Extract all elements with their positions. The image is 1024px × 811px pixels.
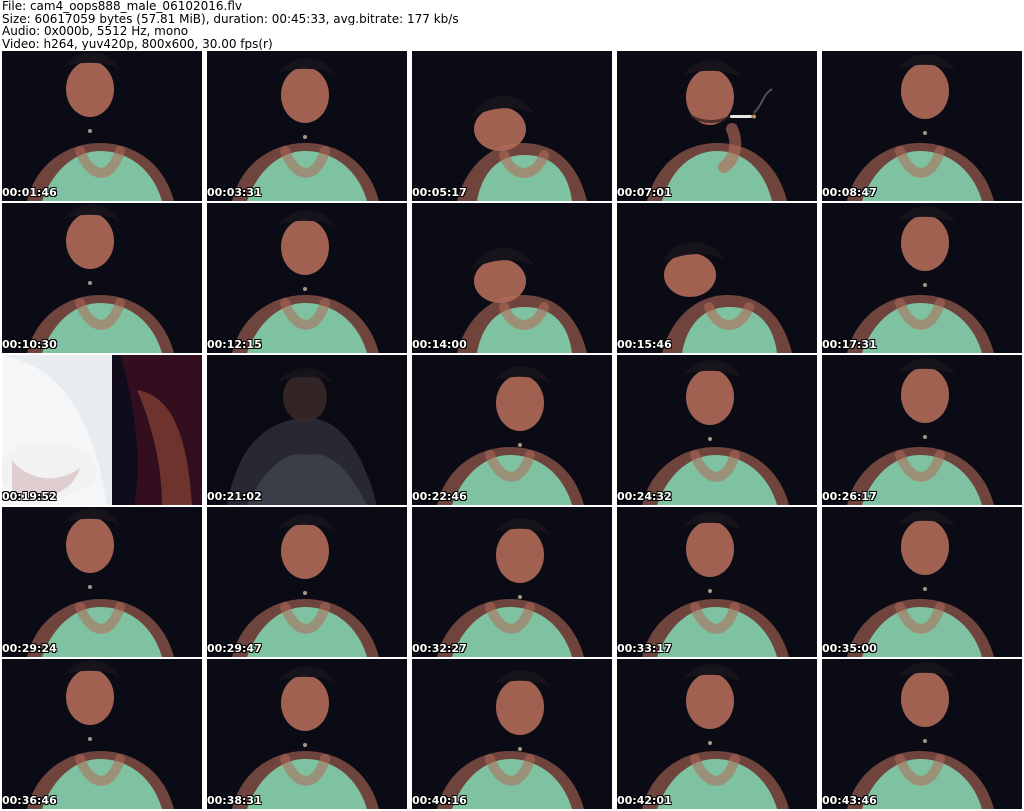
thumbnail-frame: 00:10:30 xyxy=(2,203,202,353)
video-frame-image xyxy=(617,203,817,353)
video-frame-image xyxy=(412,355,612,505)
video-frame-image xyxy=(207,355,407,505)
thumbnail-frame: 00:33:17 xyxy=(617,507,817,657)
frame-timestamp: 00:10:30 xyxy=(2,338,57,351)
frame-timestamp: 00:21:02 xyxy=(207,490,262,503)
video-frame-image xyxy=(617,355,817,505)
frame-timestamp: 00:08:47 xyxy=(822,186,877,199)
file-size-line: Size: 60617059 bytes (57.81 MiB), durati… xyxy=(2,12,459,25)
thumbnail-frame: 00:26:17 xyxy=(822,355,1022,505)
frame-timestamp: 00:17:31 xyxy=(822,338,877,351)
video-frame-image xyxy=(822,355,1022,505)
thumbnail-frame: 00:07:01 xyxy=(617,51,817,201)
frame-timestamp: 00:19:52 xyxy=(2,490,57,503)
audio-info-line: Audio: 0x000b, 5512 Hz, mono xyxy=(2,25,189,38)
frame-timestamp: 00:26:17 xyxy=(822,490,877,503)
video-frame-image xyxy=(207,203,407,353)
frame-timestamp: 00:05:17 xyxy=(412,186,467,199)
frame-timestamp: 00:29:24 xyxy=(2,642,57,655)
file-info-header: File: cam4_oops888_male_06102016.flv Siz… xyxy=(2,0,1022,50)
frame-timestamp: 00:03:31 xyxy=(207,186,262,199)
thumbnail-frame: 00:12:15 xyxy=(207,203,407,353)
video-frame-image xyxy=(617,507,817,657)
video-info-line: Video: h264, yuv420p, 800x600, 30.00 fps… xyxy=(2,37,273,50)
video-frame-image xyxy=(412,659,612,809)
thumbnail-frame: 00:19:52 xyxy=(2,355,202,505)
frame-timestamp: 00:38:31 xyxy=(207,794,262,807)
video-frame-image xyxy=(822,51,1022,201)
video-frame-image xyxy=(207,659,407,809)
thumbnail-grid: 00:01:46 00:03:31 00:05:17 00:07:01 00:0… xyxy=(2,51,1022,811)
frame-timestamp: 00:29:47 xyxy=(207,642,262,655)
thumbnail-frame: 00:21:02 xyxy=(207,355,407,505)
frame-timestamp: 00:36:46 xyxy=(2,794,57,807)
video-frame-image xyxy=(2,51,202,201)
video-frame-image xyxy=(412,203,612,353)
video-frame-image xyxy=(2,659,202,809)
video-frame-image xyxy=(2,507,202,657)
video-frame-image xyxy=(822,203,1022,353)
frame-timestamp: 00:15:46 xyxy=(617,338,672,351)
frame-timestamp: 00:42:01 xyxy=(617,794,672,807)
thumbnail-frame: 00:42:01 xyxy=(617,659,817,809)
file-name-line: File: cam4_oops888_male_06102016.flv xyxy=(2,0,242,13)
thumbnail-frame: 00:08:47 xyxy=(822,51,1022,201)
thumbnail-frame: 00:29:24 xyxy=(2,507,202,657)
frame-timestamp: 00:32:27 xyxy=(412,642,467,655)
video-frame-image xyxy=(617,659,817,809)
thumbnail-frame: 00:01:46 xyxy=(2,51,202,201)
video-frame-image xyxy=(412,51,612,201)
thumbnail-frame: 00:14:00 xyxy=(412,203,612,353)
frame-timestamp: 00:43:46 xyxy=(822,794,877,807)
thumbnail-frame: 00:40:16 xyxy=(412,659,612,809)
thumbnail-frame: 00:32:27 xyxy=(412,507,612,657)
video-frame-image xyxy=(2,355,202,505)
frame-timestamp: 00:40:16 xyxy=(412,794,467,807)
thumbnail-frame: 00:22:46 xyxy=(412,355,612,505)
contact-sheet: File: cam4_oops888_male_06102016.flv Siz… xyxy=(0,0,1024,811)
video-frame-image xyxy=(412,507,612,657)
video-frame-image xyxy=(2,203,202,353)
thumbnail-frame: 00:35:00 xyxy=(822,507,1022,657)
frame-timestamp: 00:12:15 xyxy=(207,338,262,351)
frame-timestamp: 00:33:17 xyxy=(617,642,672,655)
frame-timestamp: 00:01:46 xyxy=(2,186,57,199)
frame-timestamp: 00:14:00 xyxy=(412,338,467,351)
frame-timestamp: 00:35:00 xyxy=(822,642,877,655)
video-frame-image xyxy=(617,51,817,201)
thumbnail-frame: 00:03:31 xyxy=(207,51,407,201)
frame-timestamp: 00:22:46 xyxy=(412,490,467,503)
thumbnail-frame: 00:24:32 xyxy=(617,355,817,505)
frame-timestamp: 00:24:32 xyxy=(617,490,672,503)
thumbnail-frame: 00:36:46 xyxy=(2,659,202,809)
thumbnail-frame: 00:15:46 xyxy=(617,203,817,353)
thumbnail-frame: 00:17:31 xyxy=(822,203,1022,353)
thumbnail-frame: 00:29:47 xyxy=(207,507,407,657)
video-frame-image xyxy=(207,507,407,657)
frame-timestamp: 00:07:01 xyxy=(617,186,672,199)
video-frame-image xyxy=(207,51,407,201)
thumbnail-frame: 00:38:31 xyxy=(207,659,407,809)
thumbnail-frame: 00:43:46 xyxy=(822,659,1022,809)
thumbnail-frame: 00:05:17 xyxy=(412,51,612,201)
video-frame-image xyxy=(822,507,1022,657)
video-frame-image xyxy=(822,659,1022,809)
